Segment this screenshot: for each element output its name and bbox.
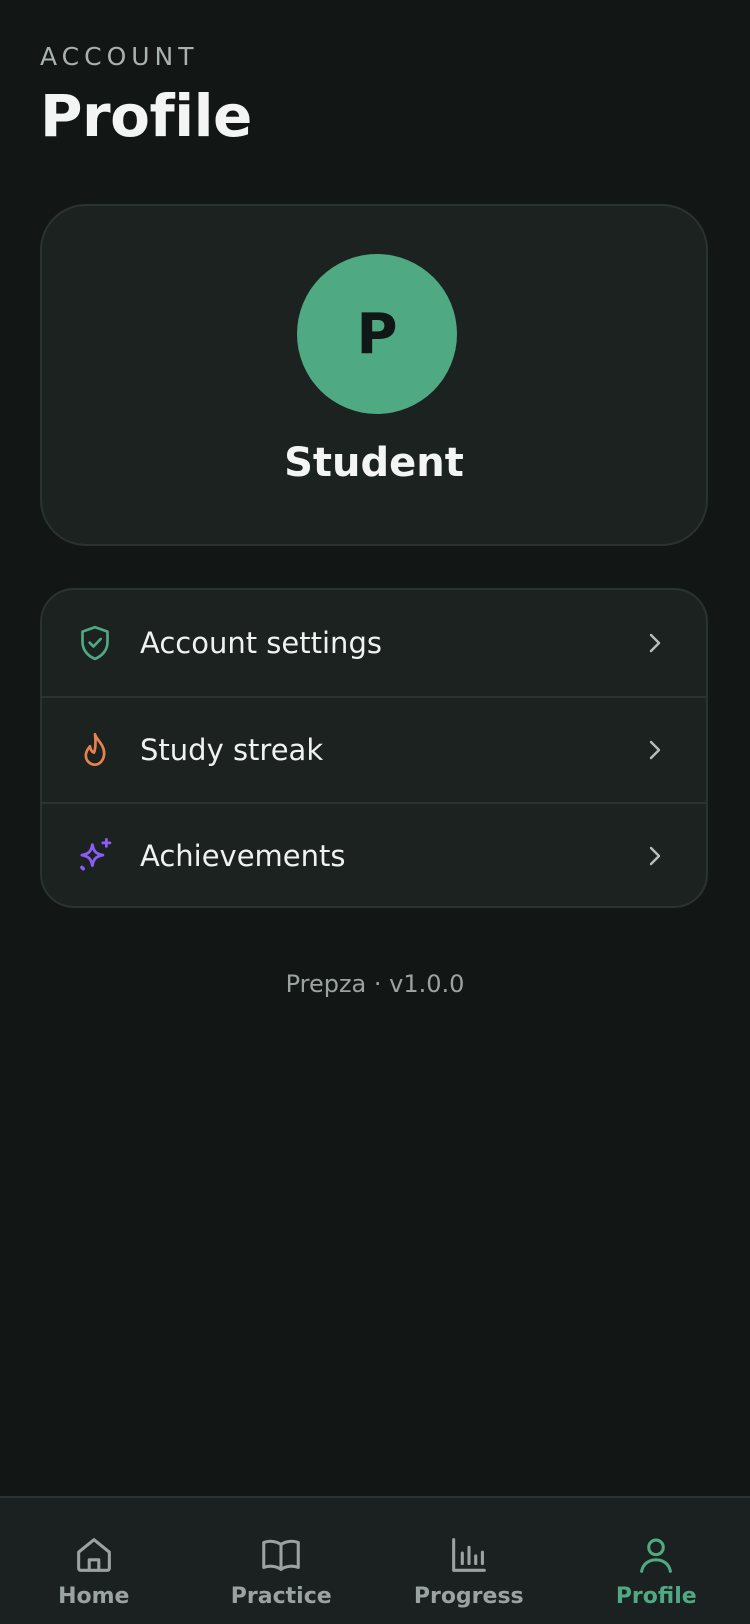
chevron-right-icon (644, 632, 666, 654)
tab-progress[interactable]: Progress (375, 1498, 563, 1624)
menu-item-achievements[interactable]: Achievements (42, 802, 706, 906)
avatar: P (297, 254, 457, 414)
menu-item-study-streak[interactable]: Study streak (42, 696, 706, 802)
tab-label: Home (58, 1584, 130, 1609)
profile-card: P Student (40, 204, 708, 546)
chevron-right-icon (644, 739, 666, 761)
menu-item-account-settings[interactable]: Account settings (42, 590, 706, 696)
flame-icon (74, 729, 116, 771)
shield-check-icon (74, 622, 116, 664)
menu-card: Account settings Study streak Achievemen… (40, 588, 708, 908)
app-version: Prepza · v1.0.0 (285, 970, 465, 998)
tab-home[interactable]: Home (0, 1498, 188, 1624)
chevron-right-icon (644, 845, 666, 867)
tab-label: Practice (230, 1584, 332, 1609)
tab-practice[interactable]: Practice (188, 1498, 376, 1624)
page-title: Profile (40, 82, 252, 150)
sparkles-icon (74, 835, 116, 877)
tab-label: Progress (413, 1584, 524, 1609)
tab-profile[interactable]: Profile (563, 1498, 750, 1624)
book-icon (258, 1532, 304, 1578)
user-icon (633, 1532, 679, 1578)
home-icon (71, 1532, 117, 1578)
menu-item-label: Study streak (140, 733, 324, 767)
bar-chart-icon (446, 1532, 492, 1578)
menu-item-label: Account settings (140, 626, 382, 660)
menu-item-label: Achievements (140, 839, 346, 873)
section-eyebrow: ACCOUNT (40, 42, 199, 71)
tab-label: Profile (615, 1584, 697, 1609)
profile-name: Student (284, 440, 464, 486)
bottom-tab-bar: Home Practice Progress Profile (0, 1496, 750, 1624)
